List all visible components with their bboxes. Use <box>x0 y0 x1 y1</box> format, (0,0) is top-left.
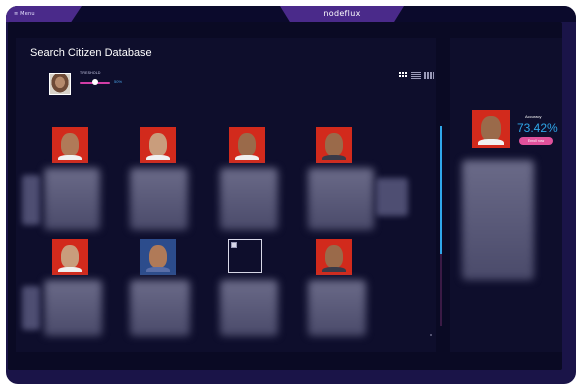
face-photo <box>55 130 85 160</box>
redacted-info <box>376 178 408 216</box>
pagination-dot <box>430 334 432 336</box>
result-card[interactable] <box>316 127 352 163</box>
threshold-slider-handle[interactable] <box>92 79 98 85</box>
result-card-broken-image[interactable] <box>228 239 262 273</box>
redacted-info <box>130 168 188 230</box>
redacted-info <box>220 168 278 230</box>
face-photo <box>319 130 349 160</box>
broken-image-icon <box>231 242 237 248</box>
redacted-info <box>22 286 40 330</box>
redacted-info <box>308 280 366 336</box>
list-icon[interactable] <box>411 72 421 79</box>
redacted-info <box>44 168 100 230</box>
redacted-info <box>462 160 534 280</box>
redacted-info <box>22 175 40 225</box>
menu-button[interactable]: ≡ Menu <box>6 6 82 22</box>
result-card[interactable] <box>316 239 352 275</box>
results-scrollbar-thumb[interactable] <box>440 126 442 254</box>
redacted-info <box>220 280 278 336</box>
page-title: Search Citizen Database <box>30 47 152 59</box>
threshold-value: 50% <box>114 79 123 84</box>
face-photo <box>319 242 349 272</box>
matched-photo[interactable] <box>472 110 510 148</box>
accuracy-label: Accuracy <box>525 114 542 119</box>
columns-icon[interactable] <box>424 72 434 79</box>
result-card[interactable] <box>52 127 88 163</box>
redacted-info <box>130 280 190 336</box>
result-card[interactable] <box>140 127 176 163</box>
face-photo <box>232 130 262 160</box>
query-photo[interactable] <box>49 73 71 95</box>
result-card[interactable] <box>229 127 265 163</box>
grid-icon[interactable] <box>399 72 407 79</box>
enroll-button[interactable]: Enroll now <box>519 137 553 145</box>
face-photo <box>475 113 507 145</box>
threshold-label: TRESHOLD <box>80 71 101 75</box>
face-photo <box>55 242 85 272</box>
redacted-info <box>44 280 102 336</box>
result-card[interactable] <box>52 239 88 275</box>
accuracy-value: 73.42% <box>517 121 558 135</box>
face-photo <box>143 130 173 160</box>
brand-logo: nodeflux <box>280 6 404 22</box>
face-photo <box>143 242 173 272</box>
result-card[interactable] <box>140 239 176 275</box>
redacted-info <box>308 168 374 230</box>
